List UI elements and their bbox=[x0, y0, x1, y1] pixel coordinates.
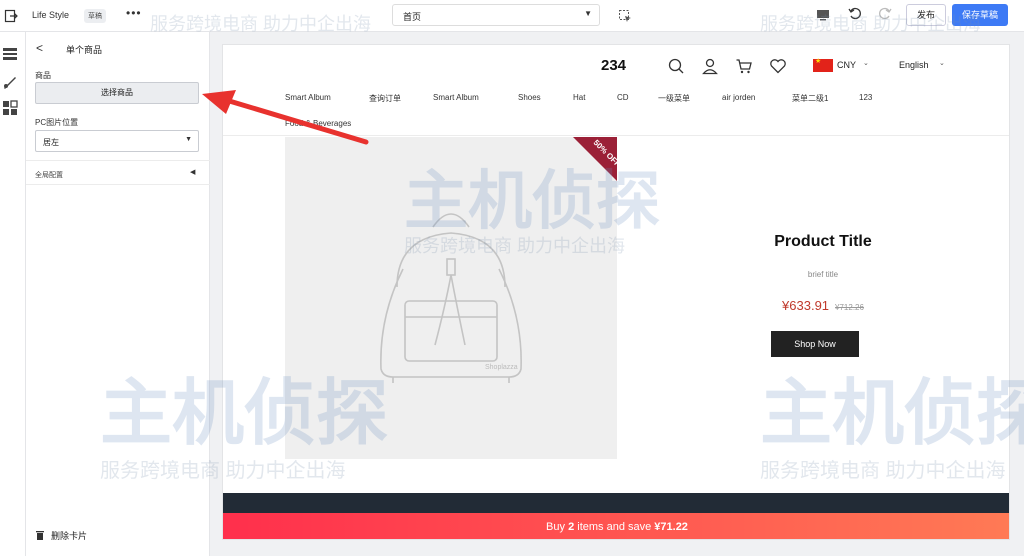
plugins-icon[interactable] bbox=[2, 100, 18, 116]
divider bbox=[26, 184, 210, 185]
search-icon[interactable] bbox=[667, 57, 685, 75]
nav-item[interactable]: Smart Album bbox=[433, 93, 479, 102]
more-menu-button[interactable]: ••• bbox=[126, 6, 142, 20]
tool-rail bbox=[0, 32, 26, 556]
redo-icon[interactable] bbox=[878, 6, 892, 20]
editor-topbar: Life Style 草稿 ••• 首页 ▼ 发布 保存草稿 bbox=[0, 0, 1024, 32]
product-title: Product Title bbox=[774, 233, 872, 250]
bundle-promo-bar[interactable]: Buy 2 items and save ¥71.22 bbox=[223, 513, 1009, 539]
page-select[interactable]: 首页 ▼ bbox=[392, 4, 600, 26]
product-brief-title: brief title bbox=[807, 270, 839, 279]
theme-title: Life Style bbox=[32, 10, 70, 20]
inspect-icon[interactable] bbox=[618, 9, 632, 23]
caret-down-icon: ▼ bbox=[185, 136, 192, 143]
sections-icon[interactable] bbox=[2, 46, 18, 62]
undo-icon[interactable] bbox=[848, 6, 862, 20]
nav-item[interactable]: 菜单二级1 bbox=[792, 93, 828, 104]
nav-item[interactable]: Hat bbox=[573, 93, 585, 102]
desktop-preview-icon[interactable] bbox=[816, 8, 830, 22]
trash-icon bbox=[36, 531, 44, 540]
footer-band bbox=[223, 493, 1009, 513]
svg-text:Shoplazza: Shoplazza bbox=[485, 364, 518, 371]
caret-left-icon[interactable]: ◀ bbox=[190, 168, 195, 176]
product-price: ¥633.91 ¥712.26 bbox=[703, 298, 943, 313]
original-price: ¥712.26 bbox=[835, 303, 864, 312]
sale-price: ¥633.91 bbox=[782, 298, 830, 313]
chevron-down-icon: ⌄ bbox=[939, 60, 945, 67]
nav-item[interactable]: air jorden bbox=[722, 93, 755, 102]
settings-panel: < 单个商品 商品 选择商品 PC图片位置 居左 ▼ 全局配置 ◀ 删除卡片 bbox=[26, 32, 210, 556]
wishlist-heart-icon[interactable] bbox=[769, 57, 787, 75]
global-config-toggle[interactable]: 全局配置 bbox=[35, 170, 63, 180]
save-draft-button[interactable]: 保存草稿 bbox=[952, 4, 1008, 26]
divider bbox=[26, 160, 210, 161]
pc-image-position-label: PC图片位置 bbox=[35, 118, 79, 127]
choose-product-button[interactable]: 选择商品 bbox=[35, 82, 199, 104]
chevron-down-icon: ⌄ bbox=[863, 60, 869, 67]
caret-down-icon: ▼ bbox=[584, 9, 592, 18]
pc-image-position-value: 居左 bbox=[43, 138, 59, 147]
product-label: 商品 bbox=[35, 71, 51, 80]
pc-image-position-select[interactable]: 居左 ▼ bbox=[35, 130, 199, 152]
nav-item[interactable]: CD bbox=[617, 93, 629, 102]
promo-text: items and save bbox=[574, 521, 655, 533]
theme-style-icon[interactable] bbox=[2, 74, 18, 90]
china-flag-icon[interactable] bbox=[813, 57, 833, 72]
nav-item[interactable]: Food & Beverages bbox=[285, 119, 351, 128]
publish-button[interactable]: 发布 bbox=[906, 4, 946, 26]
discount-ribbon: 50% OFF bbox=[573, 137, 622, 181]
store-logo[interactable]: 234 bbox=[601, 57, 626, 74]
nav-item[interactable]: Smart Album bbox=[285, 93, 331, 102]
nav-item[interactable]: 123 bbox=[859, 93, 872, 102]
back-icon[interactable]: < bbox=[36, 41, 43, 55]
cart-icon[interactable] bbox=[735, 57, 753, 75]
promo-text: Buy bbox=[546, 521, 569, 533]
nav-item[interactable]: 查询订单 bbox=[369, 93, 401, 104]
delete-card-button[interactable]: 删除卡片 bbox=[35, 529, 87, 542]
delete-card-label: 删除卡片 bbox=[51, 531, 88, 541]
currency-select[interactable]: CNY bbox=[837, 60, 856, 70]
exit-icon[interactable] bbox=[4, 9, 18, 23]
store-preview[interactable]: 234 CNY ⌄ English ⌄ Smart Album 查询订单 Sma… bbox=[222, 44, 1010, 540]
user-icon[interactable] bbox=[701, 57, 719, 75]
shop-now-button[interactable]: Shop Now bbox=[771, 331, 859, 357]
language-select[interactable]: English bbox=[899, 60, 929, 70]
panel-title: 单个商品 bbox=[66, 45, 103, 55]
nav-item[interactable]: 一级菜单 bbox=[658, 93, 690, 104]
page-select-value: 首页 bbox=[403, 12, 422, 22]
promo-amount: ¥71.22 bbox=[654, 521, 688, 533]
draft-badge: 草稿 bbox=[84, 9, 106, 23]
nav-item[interactable]: Shoes bbox=[518, 93, 541, 102]
